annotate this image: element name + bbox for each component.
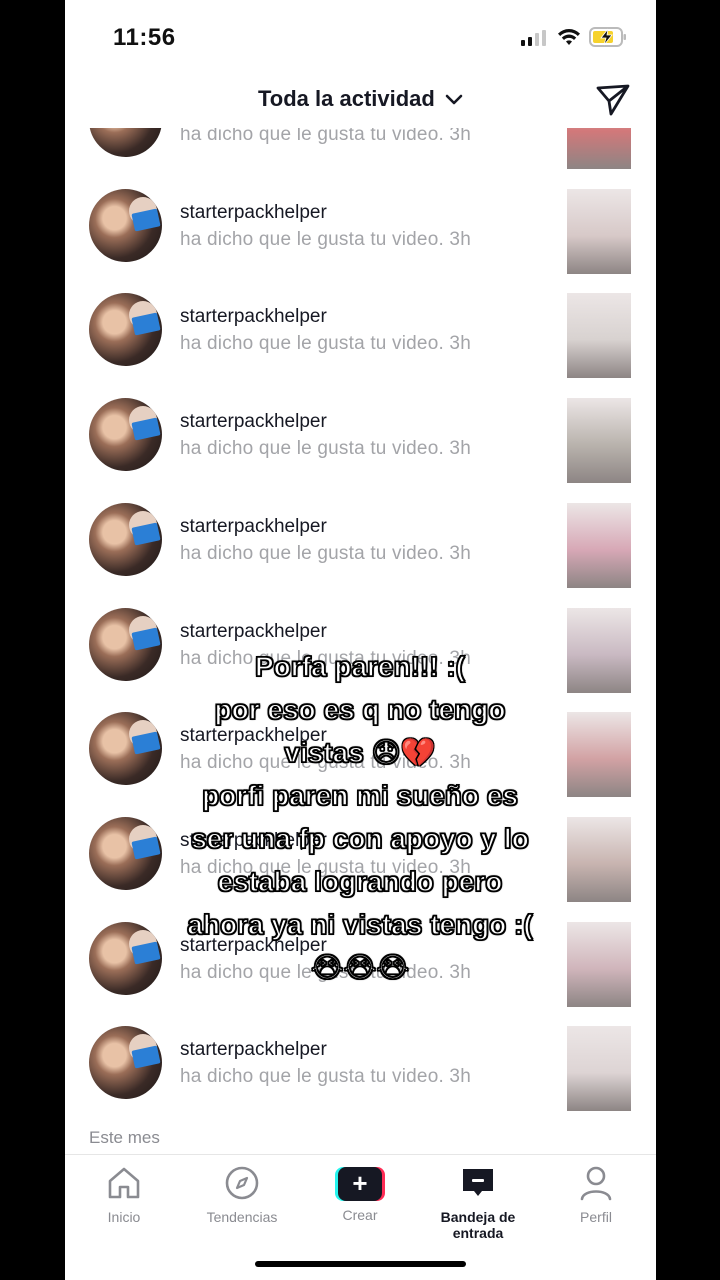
avatar[interactable] — [89, 1026, 162, 1100]
caption-line: porfi paren mi sueño es — [201, 779, 518, 812]
video-thumbnail[interactable] — [567, 502, 631, 588]
avatar[interactable] — [89, 293, 162, 367]
nav-inbox-label: Bandeja de entrada — [440, 1209, 516, 1241]
nav-home-label: Inicio — [107, 1209, 141, 1225]
video-caption-overlay: Porfa paren!!! :( por eso es q no tengo … — [0, 645, 720, 989]
caption-line: vistas 😞💔 — [284, 736, 437, 769]
home-indicator — [255, 1261, 466, 1267]
notification-row[interactable]: starterpackhelper ha dicho que le gusta t… — [65, 188, 656, 294]
section-label-this-month: Este mes — [89, 1128, 160, 1147]
notification-message: ha dicho que le gusta tu video. 3h — [180, 333, 471, 355]
notification-message: ha dicho que le gusta tu video. 3h — [180, 228, 471, 250]
caption-line: Porfa paren!!! :( — [254, 650, 466, 683]
notification-row[interactable]: starterpackhelper ha dicho que le gusta t… — [65, 293, 656, 398]
nav-create-label: Crear — [342, 1207, 378, 1223]
caption-line: ahora ya ni vistas tengo :( — [187, 908, 534, 941]
nav-profile-label: Perfil — [580, 1209, 612, 1225]
notification-username[interactable]: starterpackhelper — [180, 621, 327, 643]
activity-header: Toda la actividad — [65, 74, 656, 126]
notification-message: ha dicho que le gusta tu video. 3h — [180, 542, 471, 564]
avatar[interactable] — [89, 188, 162, 262]
activity-list[interactable]: ha dicho que le gusta tu video. 3h starte… — [65, 128, 656, 1154]
caption-line: 😭😭😭 — [310, 951, 410, 984]
wifi-icon — [558, 29, 580, 45]
video-thumbnail[interactable] — [567, 293, 631, 379]
caption-line: ser una fp con apoyo y lo — [190, 822, 529, 855]
activity-filter-label: Toda la actividad — [258, 86, 435, 111]
avatar[interactable] — [89, 128, 162, 157]
notification-username[interactable]: starterpackhelper — [180, 202, 327, 224]
caption-line: por eso es q no tengo — [214, 693, 506, 726]
compass-icon — [225, 1166, 259, 1200]
inbox-icon — [463, 1169, 493, 1196]
profile-icon — [580, 1166, 612, 1201]
notification-row[interactable]: starterpackhelper ha dicho que le gusta t… — [65, 1026, 656, 1131]
notification-username[interactable]: starterpackhelper — [180, 516, 327, 538]
avatar[interactable] — [89, 398, 162, 472]
battery-charging-icon — [589, 27, 626, 47]
signal-icon — [521, 30, 546, 46]
video-thumbnail[interactable] — [567, 188, 631, 274]
video-thumbnail[interactable] — [567, 1026, 631, 1112]
chevron-down-icon — [445, 94, 463, 105]
home-icon — [108, 1167, 140, 1199]
nav-create[interactable]: + Crear — [301, 1163, 419, 1223]
notification-message: ha dicho que le gusta tu video. 3h — [180, 1066, 471, 1088]
notification-username[interactable]: starterpackhelper — [180, 1039, 327, 1061]
nav-trends[interactable]: Tendencias — [183, 1163, 301, 1225]
notification-message: ha dicho que le gusta tu video. 3h — [180, 438, 471, 460]
phone-screen: 11:56 Toda la actividad ha dicho que le … — [65, 0, 656, 1280]
nav-profile[interactable]: Perfil — [537, 1163, 655, 1225]
nav-home[interactable]: Inicio — [65, 1163, 183, 1225]
create-plus-icon: + — [335, 1167, 385, 1201]
caption-line: estaba logrando pero — [217, 865, 503, 898]
avatar[interactable] — [89, 502, 162, 576]
notification-message: ha dicho que le gusta tu video. 3h — [180, 128, 471, 145]
bottom-nav: Inicio Tendencias + Crear Bandeja de ent… — [65, 1154, 656, 1280]
direct-message-send-icon[interactable] — [595, 82, 631, 118]
video-thumbnail[interactable] — [567, 128, 631, 169]
notification-row[interactable]: starterpackhelper ha dicho que le gusta t… — [65, 398, 656, 503]
nav-inbox[interactable]: Bandeja de entrada — [419, 1163, 537, 1241]
activity-filter-dropdown[interactable]: Toda la actividad — [65, 86, 656, 112]
notification-username[interactable]: starterpackhelper — [180, 411, 327, 433]
video-thumbnail[interactable] — [567, 398, 631, 484]
status-bar: 11:56 — [65, 0, 656, 70]
notification-row[interactable]: ha dicho que le gusta tu video. 3h — [65, 128, 656, 189]
status-time: 11:56 — [113, 24, 176, 51]
notification-username[interactable]: starterpackhelper — [180, 306, 327, 328]
notification-row[interactable]: starterpackhelper ha dicho que le gusta t… — [65, 502, 656, 608]
nav-trends-label: Tendencias — [206, 1209, 278, 1225]
